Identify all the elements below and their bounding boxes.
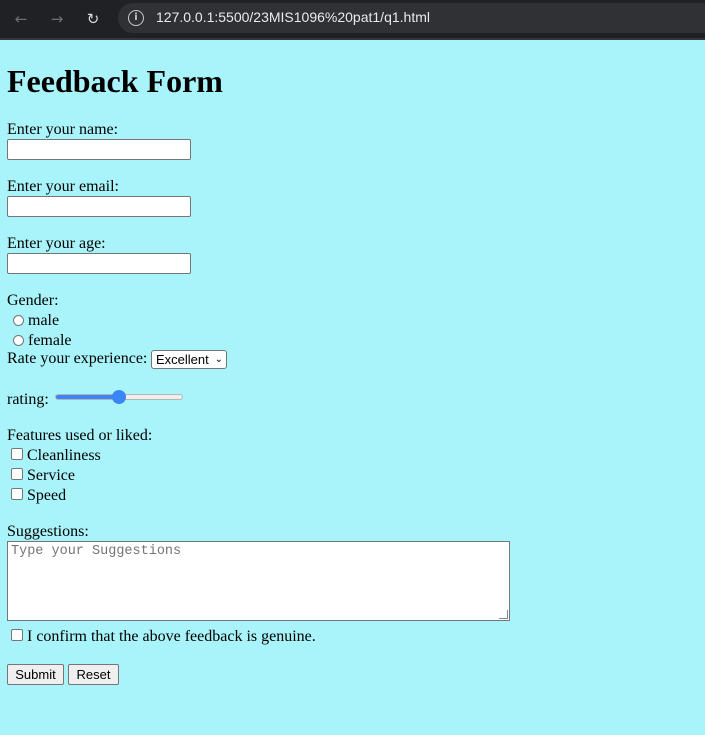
- name-input[interactable]: [7, 139, 191, 160]
- arrow-left-icon[interactable]: ←: [9, 8, 33, 30]
- gender-option-female: female: [28, 332, 72, 349]
- name-label: Enter your name:: [7, 121, 119, 138]
- experience-label: Rate your experience:: [7, 350, 148, 367]
- suggestions-label: Suggestions:: [7, 523, 89, 540]
- confirm-checkbox[interactable]: [11, 629, 23, 641]
- info-icon[interactable]: i: [128, 10, 144, 26]
- rating-label: rating:: [7, 391, 49, 408]
- gender-radio-female[interactable]: [13, 335, 24, 346]
- reload-icon[interactable]: ↻: [81, 8, 105, 30]
- feature-label-cleanliness: Cleanliness: [27, 447, 101, 464]
- suggestions-placeholder: Type your Suggestions: [11, 544, 182, 559]
- rating-slider-fill: [56, 395, 119, 399]
- suggestions-textarea[interactable]: Type your Suggestions: [7, 541, 510, 621]
- gender-option-male: male: [28, 312, 60, 329]
- age-input[interactable]: [7, 253, 191, 274]
- gender-radio-male[interactable]: [13, 315, 24, 326]
- feature-label-speed: Speed: [27, 487, 67, 504]
- arrow-right-icon[interactable]: →: [45, 8, 69, 30]
- feature-checkbox-service[interactable]: [11, 468, 23, 480]
- feature-label-service: Service: [27, 467, 75, 484]
- rating-slider-thumb[interactable]: [112, 390, 126, 404]
- gender-label: Gender:: [7, 292, 59, 309]
- browser-toolbar: ← → ↻ i 127.0.0.1:5500/23MIS1096%20pat1/…: [0, 0, 705, 40]
- experience-selected: Excellent: [156, 352, 209, 367]
- reset-button[interactable]: Reset: [68, 664, 119, 685]
- url-text: 127.0.0.1:5500/23MIS1096%20pat1/q1.html: [156, 9, 430, 25]
- page-title: Feedback Form: [7, 63, 223, 99]
- chevron-down-icon: ⌄: [214, 354, 223, 365]
- features-label: Features used or liked:: [7, 427, 153, 444]
- submit-button[interactable]: Submit: [7, 664, 64, 685]
- email-label: Enter your email:: [7, 178, 119, 195]
- email-input[interactable]: [7, 196, 191, 217]
- feature-checkbox-cleanliness[interactable]: [11, 448, 23, 460]
- age-label: Enter your age:: [7, 235, 106, 252]
- resize-grip-icon[interactable]: [499, 610, 508, 619]
- address-bar[interactable]: i 127.0.0.1:5500/23MIS1096%20pat1/q1.htm…: [118, 3, 705, 33]
- feature-checkbox-speed[interactable]: [11, 488, 23, 500]
- confirm-label: I confirm that the above feedback is gen…: [27, 628, 316, 645]
- experience-select[interactable]: Excellent ⌄: [151, 350, 227, 369]
